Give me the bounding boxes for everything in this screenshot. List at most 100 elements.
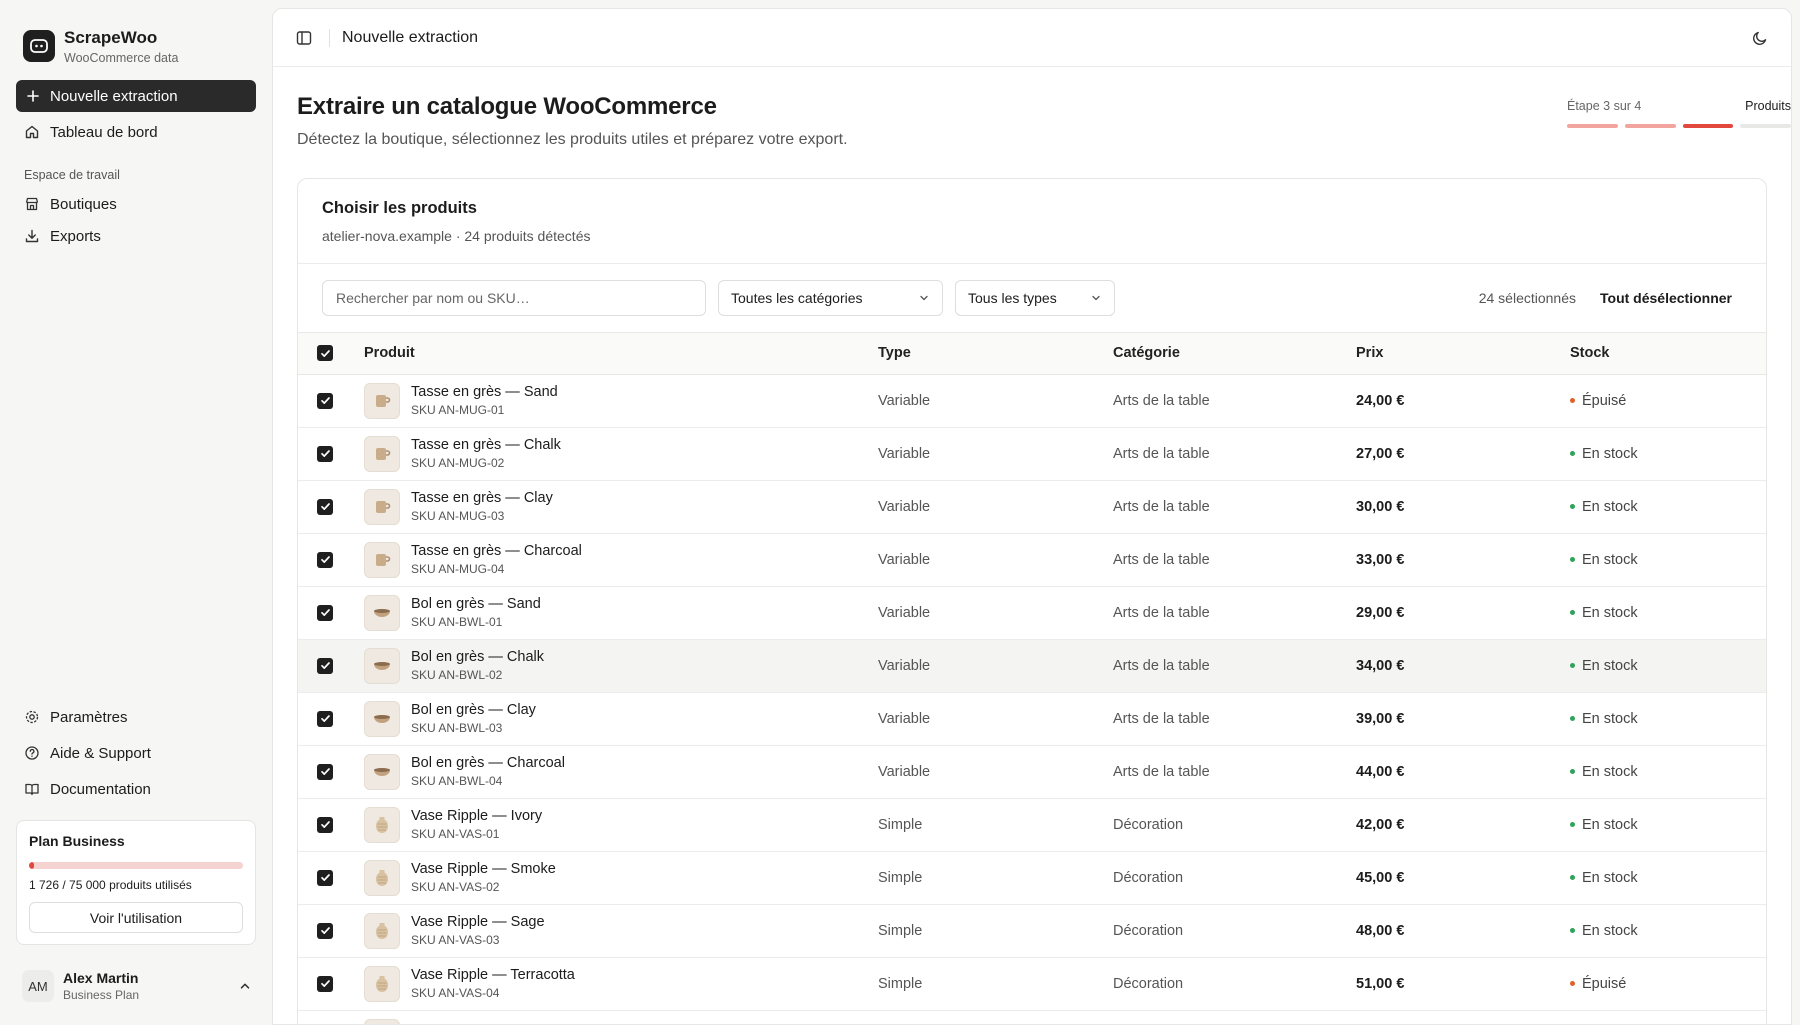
product-name: Tasse en grès — Clay <box>411 490 553 506</box>
row-select-cell <box>298 745 364 799</box>
table-row[interactable]: Vase Ripple — Smoke SKU AN-VAS-02 Simple Dé… <box>298 851 1766 905</box>
row-select-cell <box>298 427 364 481</box>
table-row[interactable]: Bol en grès — Sand SKU AN-BWL-01 Variable A… <box>298 586 1766 640</box>
row-checkbox[interactable] <box>317 710 333 727</box>
product-sku: SKU AN-BWL-01 <box>411 615 503 629</box>
deselect-all-button[interactable]: Tout désélectionner <box>1600 290 1732 306</box>
stock-cell: En stock <box>1570 692 1766 746</box>
bowl-icon <box>364 594 400 631</box>
row-checkbox[interactable] <box>317 392 333 409</box>
product-type: Variable <box>878 692 1113 746</box>
book-icon <box>25 783 39 796</box>
product-type <box>878 1010 1113 1024</box>
product-category: Arts de la table <box>1113 533 1356 587</box>
table-row[interactable]: Tasse en grès — Chalk SKU AN-MUG-02 Variab… <box>298 427 1766 481</box>
product-cell: Vase Ripple — Ivory SKU AN-VAS-01 <box>364 798 878 852</box>
stock-status: En stock <box>1582 551 1638 568</box>
row-checkbox[interactable] <box>317 604 333 621</box>
product-category: Décoration <box>1113 957 1356 1011</box>
sidebar-item-label: Boutiques <box>50 195 117 213</box>
row-checkbox[interactable] <box>317 869 333 886</box>
table-row[interactable]: Vase Ripple — Sage SKU AN-VAS-03 Simple Déc… <box>298 904 1766 958</box>
vase-icon <box>364 859 400 896</box>
plan-card: Plan Business 1 726 / 75 000 produits ut… <box>16 820 256 945</box>
column-header-price[interactable]: Prix <box>1356 333 1570 375</box>
product-name: Vase Ripple — Sage <box>411 914 545 930</box>
vase-icon <box>364 965 400 1002</box>
category-select[interactable]: Toutes les catégories <box>718 280 943 316</box>
row-checkbox[interactable] <box>317 763 333 780</box>
select-all-checkbox[interactable] <box>317 345 333 362</box>
chevron-up-icon <box>240 983 250 989</box>
product-cell: Vase Ripple — Smoke SKU AN-VAS-02 <box>364 851 878 905</box>
table-row[interactable]: Tasse en grès — Charcoal SKU AN-MUG-04 Var… <box>298 533 1766 587</box>
vase-icon <box>364 912 400 949</box>
step-current: Produits <box>1745 99 1791 113</box>
stock-status-dot <box>1570 663 1575 668</box>
row-checkbox[interactable] <box>317 657 333 674</box>
chair-icon <box>364 1018 400 1024</box>
card-header: Choisir les produits atelier-nova.exampl… <box>298 179 1766 264</box>
stock-cell: En stock <box>1570 851 1766 905</box>
sidebar-item-docs[interactable]: Documentation <box>16 771 256 807</box>
moon-icon[interactable] <box>1751 29 1769 47</box>
search-input[interactable] <box>322 280 706 316</box>
stock-cell: En stock <box>1570 798 1766 852</box>
stock-status-dot <box>1570 769 1575 774</box>
sidebar-item-exports[interactable]: Exports <box>16 220 256 252</box>
sidebar-item-help[interactable]: Aide & Support <box>16 735 256 771</box>
column-header-stock[interactable]: Stock <box>1570 333 1766 375</box>
table-row[interactable]: Tasse en grès — Clay SKU AN-MUG-03 Variabl… <box>298 480 1766 534</box>
sidebar-item-shops[interactable]: Boutiques <box>16 188 256 220</box>
row-checkbox[interactable] <box>317 816 333 833</box>
brand[interactable]: ScrapeWoo WooCommerce data <box>23 22 256 70</box>
new-extraction-button[interactable]: Nouvelle extraction <box>16 80 256 112</box>
row-checkbox[interactable] <box>317 445 333 462</box>
product-type: Variable <box>878 374 1113 428</box>
view-usage-button[interactable]: Voir l'utilisation <box>29 902 243 933</box>
table-row[interactable]: Vase Ripple — Ivory SKU AN-VAS-01 Simple Dé… <box>298 798 1766 852</box>
main-panel: Nouvelle extraction Extraire un catalogu… <box>272 8 1792 1025</box>
column-header-product[interactable]: Produit <box>364 333 878 375</box>
product-type: Simple <box>878 957 1113 1011</box>
column-header-type[interactable]: Type <box>878 333 1113 375</box>
type-select[interactable]: Tous les types <box>955 280 1115 316</box>
check-icon <box>320 556 330 563</box>
step-bar <box>1740 124 1791 128</box>
row-checkbox[interactable] <box>317 922 333 939</box>
user-menu[interactable]: AM Alex Martin Business Plan <box>22 966 252 1006</box>
table-row[interactable]: Bol en grès — Charcoal SKU AN-BWL-04 Varia… <box>298 745 1766 799</box>
product-sku: SKU AN-MUG-02 <box>411 456 505 470</box>
row-checkbox[interactable] <box>317 498 333 515</box>
product-sku: SKU AN-VAS-04 <box>411 986 500 1000</box>
selected-count: 24 sélectionnés <box>1478 290 1577 306</box>
row-checkbox[interactable] <box>317 551 333 568</box>
sidebar-item-label: Exports <box>50 227 101 245</box>
table-row[interactable]: Chaise en chêne — Natural <box>298 1010 1766 1024</box>
product-cell: Vase Ripple — Sage SKU AN-VAS-03 <box>364 904 878 958</box>
product-type: Variable <box>878 427 1113 481</box>
table-row[interactable]: Bol en grès — Clay SKU AN-BWL-03 Variable A… <box>298 692 1766 746</box>
type-select-value: Tous les types <box>968 290 1057 306</box>
sidebar-item-dashboard[interactable]: Tableau de bord <box>16 116 256 148</box>
step-indicator: Étape 3 sur 4 Produits <box>1567 99 1791 128</box>
product-cell: Tasse en grès — Chalk SKU AN-MUG-02 <box>364 427 878 481</box>
table-row[interactable]: Bol en grès — Chalk SKU AN-BWL-02 Variable… <box>298 639 1766 693</box>
sidebar-item-settings[interactable]: Paramètres <box>16 699 256 735</box>
stock-status: En stock <box>1582 869 1638 886</box>
stock-cell: Épuisé <box>1570 374 1766 428</box>
product-price: 29,00 € <box>1356 586 1570 640</box>
row-select-cell <box>298 639 364 693</box>
table-header-row: Produit Type Catégorie Prix Stock <box>298 333 1766 375</box>
row-checkbox[interactable] <box>317 975 333 992</box>
table-row[interactable]: Tasse en grès — Sand SKU AN-MUG-01 Variabl… <box>298 374 1766 428</box>
column-header-category[interactable]: Catégorie <box>1113 333 1356 375</box>
stock-cell <box>1570 1010 1766 1024</box>
table-row[interactable]: Vase Ripple — Terracotta SKU AN-VAS-04 Sim… <box>298 957 1766 1011</box>
sidebar-toggle-icon[interactable] <box>295 29 313 47</box>
product-price: 34,00 € <box>1356 639 1570 693</box>
bowl-icon <box>364 753 400 790</box>
bowl-icon <box>364 700 400 737</box>
products-table-body: Tasse en grès — Sand SKU AN-MUG-01 Variabl… <box>298 374 1766 1024</box>
step-bar <box>1682 124 1734 128</box>
